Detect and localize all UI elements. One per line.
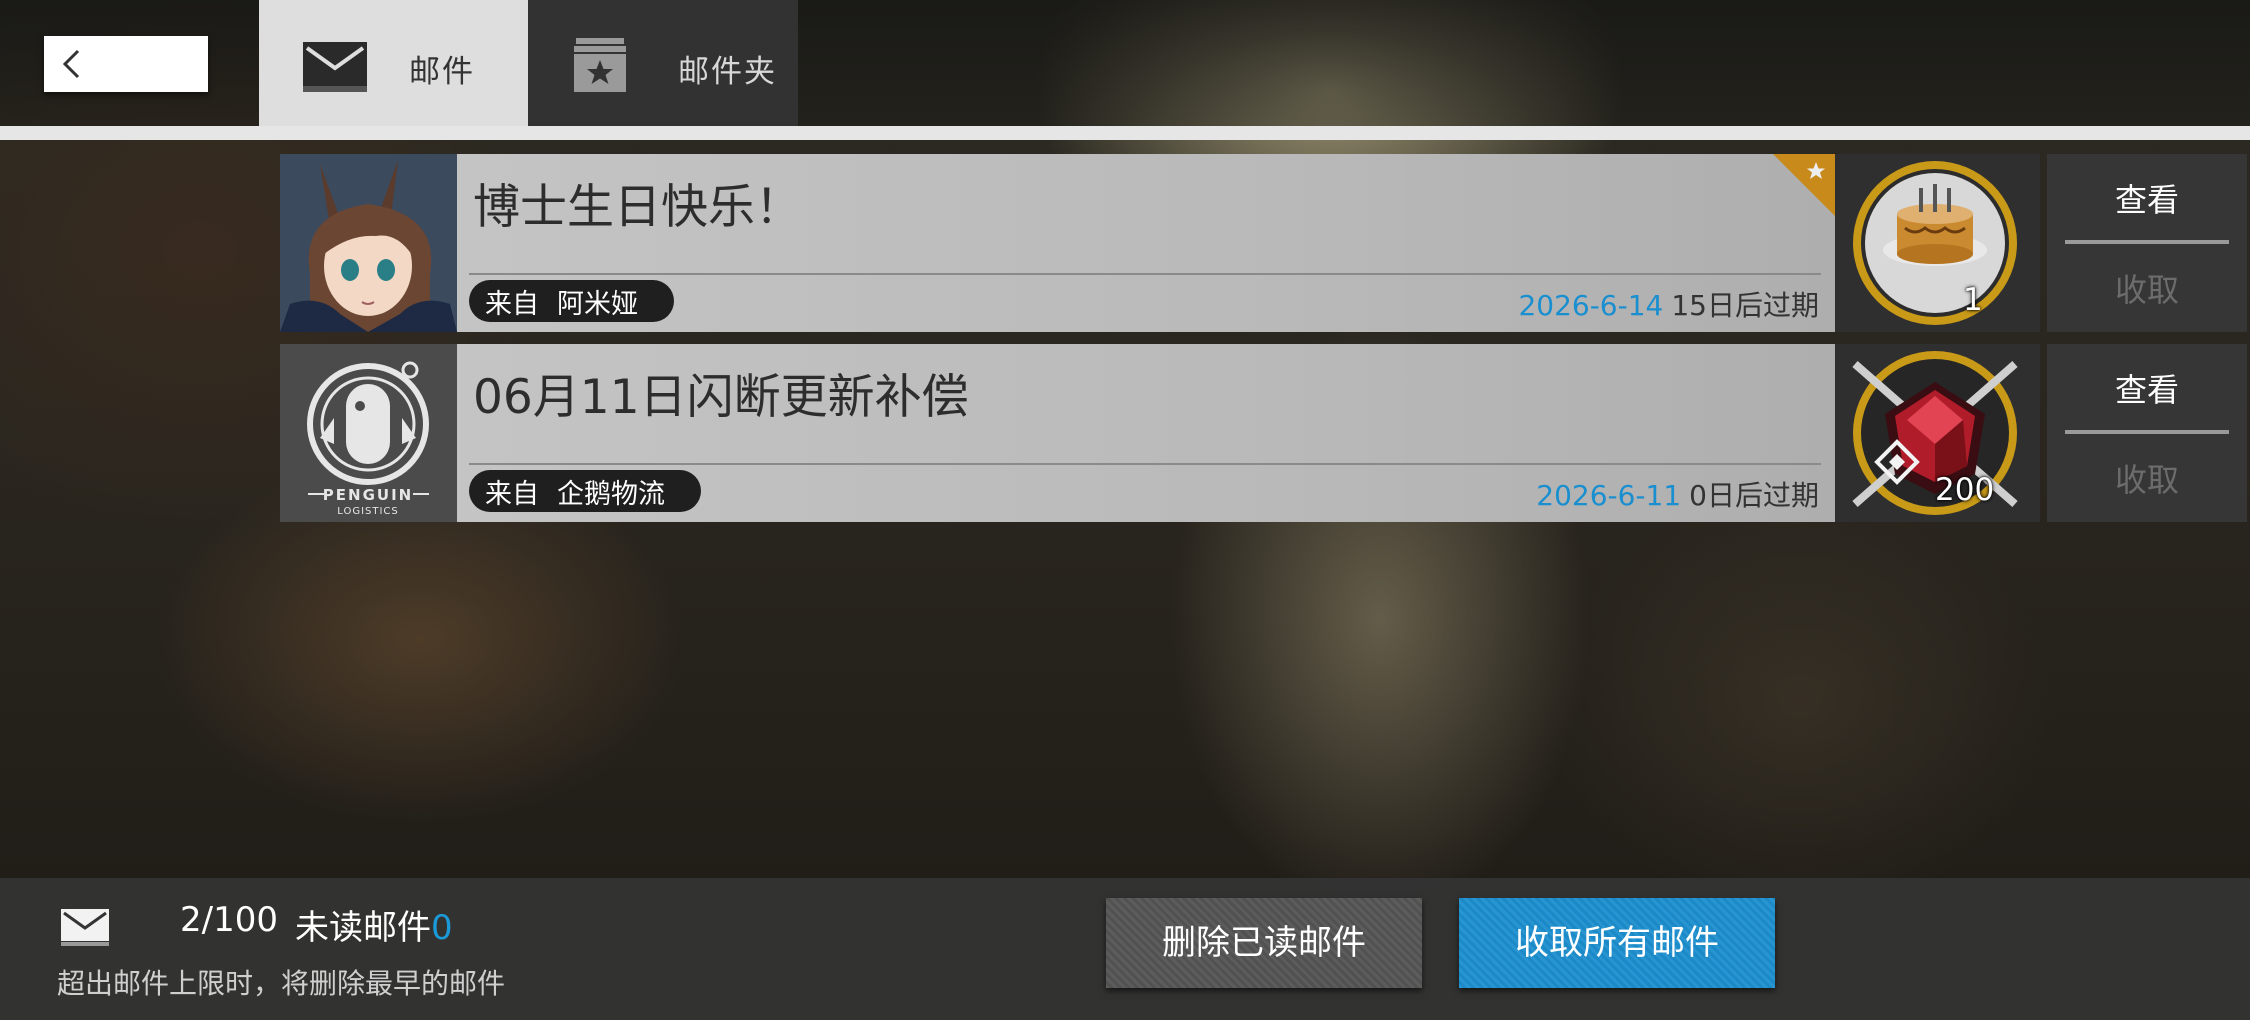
envelope-icon: [303, 42, 367, 92]
expiry-label: 15日后过期: [1671, 289, 1819, 322]
sender-name: 阿米娅: [557, 288, 638, 320]
sender-pill: 来自 阿米娅: [469, 280, 674, 322]
mail-expiry: 2026-6-14 15日后过期: [1518, 284, 1819, 324]
top-bar: 邮件 邮件夹: [0, 0, 2250, 126]
birthday-cake-icon: [1853, 161, 2017, 325]
unread-label: 未读邮件0: [295, 900, 453, 949]
delete-read-button[interactable]: 删除已读邮件: [1106, 898, 1422, 988]
mail-divider: [469, 463, 1821, 465]
mail-actions: 查看 收取: [2047, 154, 2247, 332]
from-label: 来自: [485, 478, 539, 510]
mail-actions: 查看 收取: [2047, 344, 2247, 522]
view-button[interactable]: 查看: [2047, 154, 2247, 240]
collect-button[interactable]: 收取: [2047, 436, 2247, 522]
reward-count: 200: [1935, 472, 1995, 508]
mail-body[interactable]: 博士生日快乐！ 来自 阿米娅 2026-6-14 15日后过期: [457, 154, 1835, 332]
star-flag-icon: [1773, 154, 1835, 216]
tab-mail[interactable]: 邮件: [259, 0, 528, 126]
tab-mail-folder[interactable]: 邮件夹: [528, 0, 798, 126]
back-arrow-icon: [62, 49, 80, 79]
mail-date: 2026-6-11: [1536, 479, 1682, 512]
limit-note: 超出邮件上限时，将删除最早的邮件: [57, 967, 506, 1000]
unread-text: 未读邮件: [295, 908, 431, 948]
mail-title: 博士生日快乐！: [473, 180, 802, 235]
top-divider: [0, 126, 2250, 140]
envelope-icon: [61, 909, 109, 946]
sender-pill: 来自 企鹅物流: [469, 470, 701, 512]
mail-title: 06月11日闪断更新补偿: [473, 370, 969, 425]
mail-date: 2026-6-14: [1518, 289, 1664, 322]
action-divider: [2065, 240, 2229, 244]
penguin-logo-text: PENGUIN: [323, 486, 413, 504]
collect-all-button[interactable]: 收取所有邮件: [1459, 898, 1775, 988]
amiya-portrait: [280, 154, 457, 332]
expiry-label: 0日后过期: [1689, 479, 1819, 512]
sender-name: 企鹅物流: [557, 478, 665, 510]
mail-divider: [469, 273, 1821, 275]
mail-reward[interactable]: 200: [1835, 344, 2040, 522]
mail-body[interactable]: 06月11日闪断更新补偿 来自 企鹅物流 2026-6-11 0日后过期: [457, 344, 1835, 522]
mail-reward[interactable]: 1: [1835, 154, 2040, 332]
tab-mail-label: 邮件: [409, 54, 475, 90]
mail-expiry: 2026-6-11 0日后过期: [1536, 474, 1819, 514]
penguin-logo-subtext: LOGISTICS: [337, 506, 399, 517]
reward-count: 1: [1963, 282, 1983, 318]
view-button[interactable]: 查看: [2047, 344, 2247, 430]
penguin-logistics-logo: PENGUIN LOGISTICS: [280, 344, 457, 522]
unread-count: 0: [431, 908, 453, 948]
action-divider: [2065, 430, 2229, 434]
from-label: 来自: [485, 288, 539, 320]
collect-button[interactable]: 收取: [2047, 246, 2247, 332]
bottom-bar: 2/100 未读邮件0 超出邮件上限时，将删除最早的邮件 删除已读邮件 收取所有…: [0, 878, 2250, 1020]
back-button[interactable]: [44, 36, 208, 92]
mail-count: 2/100: [180, 900, 278, 940]
mail-list: 博士生日快乐！ 来自 阿米娅 2026-6-14 15日后过期 1 查看 收取 …: [280, 154, 2247, 534]
tab-mail-folder-label: 邮件夹: [678, 54, 777, 90]
mail-item[interactable]: PENGUIN LOGISTICS 06月11日闪断更新补偿 来自 企鹅物流 2…: [280, 344, 2247, 522]
starred-box-icon: [574, 38, 626, 92]
mail-item[interactable]: 博士生日快乐！ 来自 阿米娅 2026-6-14 15日后过期 1 查看 收取: [280, 154, 2247, 332]
